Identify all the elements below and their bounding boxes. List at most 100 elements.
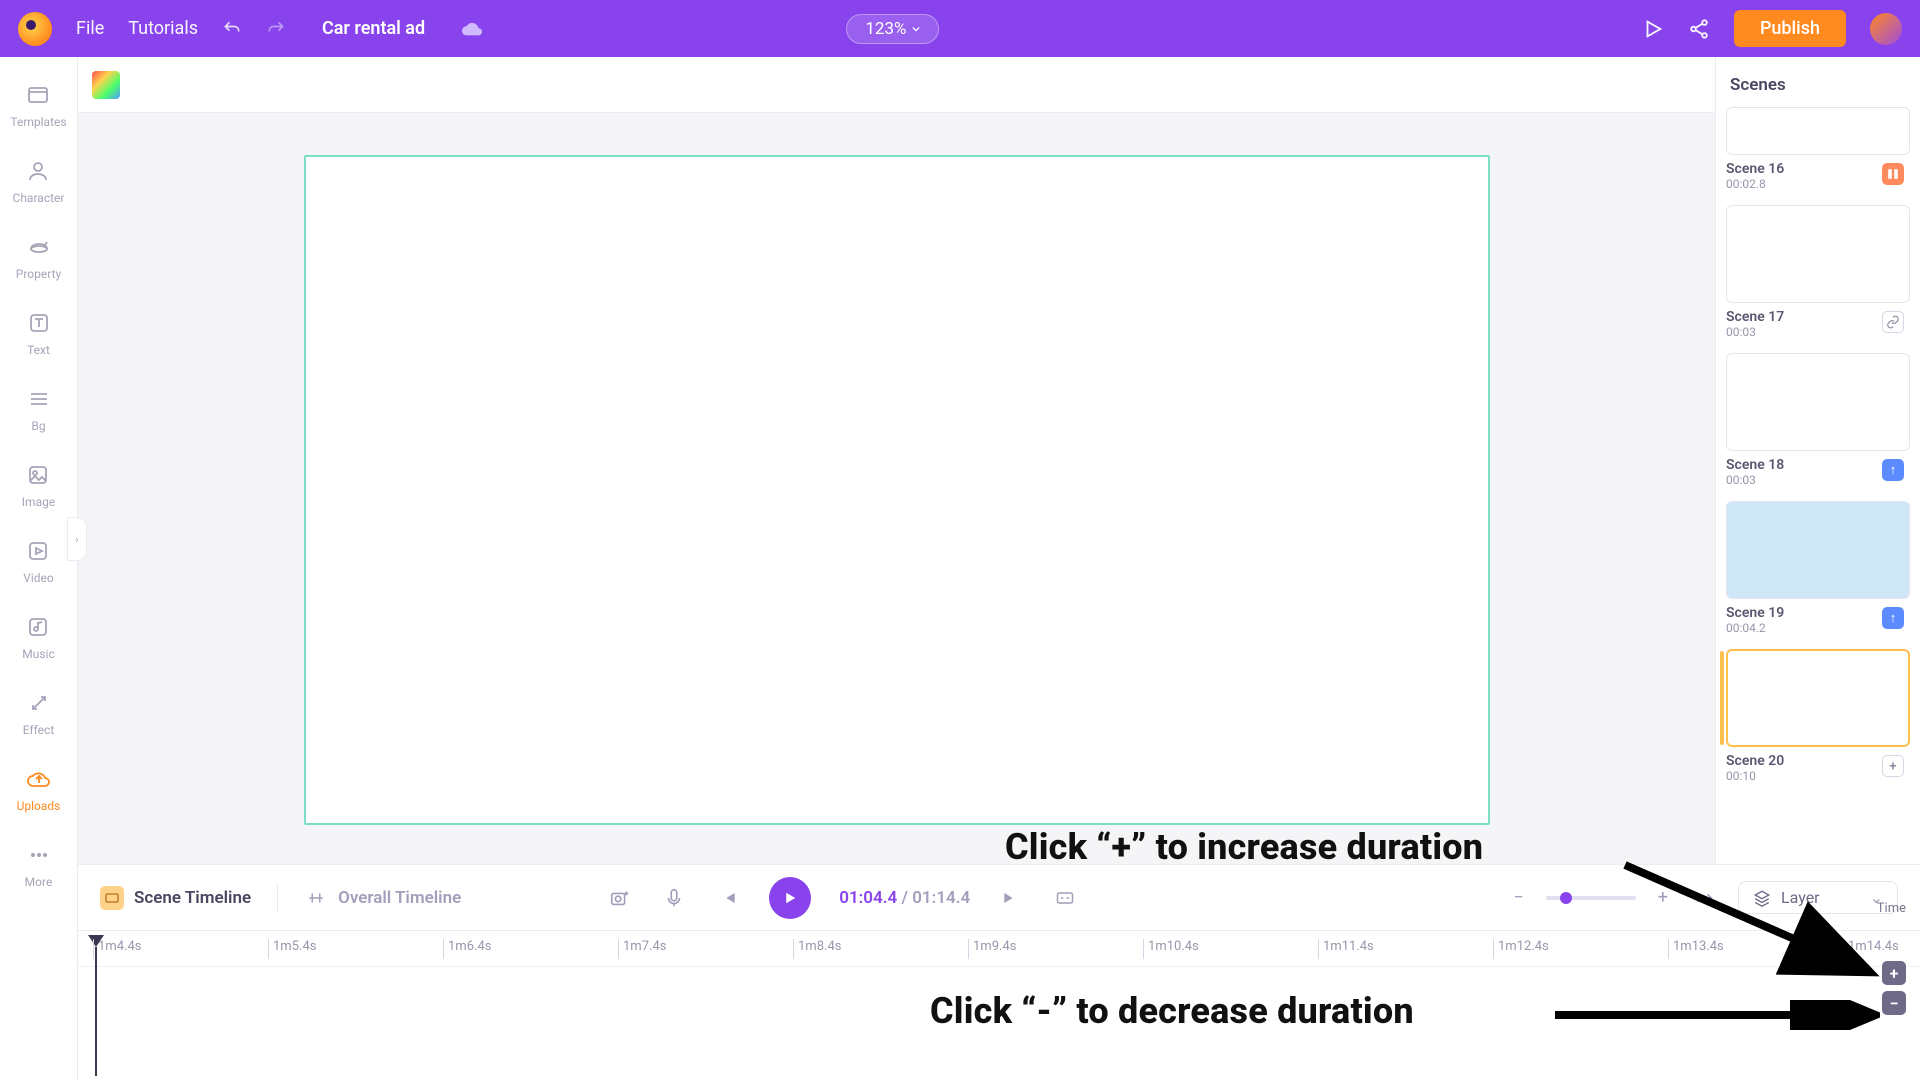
increase-duration-button[interactable]: +	[1882, 961, 1906, 985]
scene-transition-icon[interactable]	[1882, 163, 1904, 185]
scene-duration: 00:02.8	[1726, 177, 1784, 191]
app-topbar: File Tutorials Car rental ad 123% Publis…	[0, 0, 1920, 57]
timeline-header: Scene Timeline Overall Timeline 01:04.4 …	[78, 865, 1920, 931]
sidebar-item-video[interactable]: Video	[23, 537, 54, 585]
scene-title: Scene 19	[1726, 605, 1784, 621]
zoom-in-icon[interactable]: +	[1658, 887, 1668, 908]
scene-card[interactable]: Scene 1700:03	[1726, 205, 1910, 339]
sidebar-label: Text	[27, 343, 50, 357]
publish-button[interactable]: Publish	[1734, 10, 1846, 47]
scene-transition-icon[interactable]: ↑	[1882, 459, 1904, 481]
redo-icon[interactable]	[266, 19, 286, 39]
time-column-label: Time	[1877, 901, 1906, 916]
tab-scene-timeline[interactable]: Scene Timeline	[100, 886, 251, 910]
sidebar-label: Image	[22, 495, 55, 509]
undo-icon[interactable]	[222, 19, 242, 39]
layer-dropdown[interactable]: Layer ⌄	[1738, 881, 1898, 914]
bg-color-picker[interactable]	[92, 71, 120, 99]
add-scene-button[interactable]: +	[1882, 755, 1904, 777]
user-avatar[interactable]	[1870, 13, 1902, 45]
sidebar-label: Templates	[10, 115, 66, 129]
sidebar-expand-toggle[interactable]: ›	[67, 517, 87, 561]
scene-thumb[interactable]	[1726, 205, 1910, 303]
canvas-area	[78, 113, 1715, 864]
text-icon	[25, 309, 53, 337]
ruler-tick: 1m6.4s	[443, 939, 491, 959]
menu-tutorials[interactable]: Tutorials	[128, 18, 198, 39]
more-icon	[25, 841, 53, 869]
sidebar-item-effect[interactable]: Effect	[23, 689, 55, 737]
decrease-duration-button[interactable]: −	[1882, 991, 1906, 1015]
sidebar-item-more[interactable]: More	[25, 841, 53, 889]
share-icon[interactable]	[1688, 18, 1710, 40]
skip-end-icon[interactable]	[998, 885, 1024, 911]
chevron-down-icon	[912, 25, 920, 33]
music-icon	[24, 613, 52, 641]
sidebar-label: Uploads	[17, 799, 61, 813]
ruler-tick: 1m7.4s	[618, 939, 666, 959]
timeline-ruler[interactable]: 1m4.4s 1m5.4s 1m6.4s 1m7.4s 1m8.4s 1m9.4…	[78, 931, 1920, 967]
sidebar-label: Property	[16, 267, 61, 281]
scene-transition-icon[interactable]: ↑	[1882, 607, 1904, 629]
project-title[interactable]: Car rental ad	[322, 18, 425, 39]
sidebar-label: Video	[23, 571, 54, 585]
scene-thumb[interactable]	[1726, 353, 1910, 451]
scene-title: Scene 17	[1726, 309, 1784, 325]
divider	[277, 884, 278, 912]
scene-thumb[interactable]	[1726, 501, 1910, 599]
sidebar-item-text[interactable]: Text	[25, 309, 53, 357]
sidebar-item-uploads[interactable]: Uploads	[17, 765, 61, 813]
ruler-tick: 1m14.4s	[1843, 939, 1899, 959]
left-sidebar: Templates Character Property Text Bg Ima…	[0, 57, 78, 1080]
ruler-tick: 1m13.4s	[1668, 939, 1724, 959]
zoom-out-icon[interactable]: −	[1514, 887, 1524, 908]
skip-back-icon[interactable]	[715, 885, 741, 911]
sidebar-item-music[interactable]: Music	[22, 613, 54, 661]
scene-thumb-selected[interactable]	[1726, 649, 1910, 747]
scene-card[interactable]: Scene 1800:03 ↑	[1726, 353, 1910, 487]
scene-thumb[interactable]	[1726, 107, 1910, 155]
templates-icon	[24, 81, 52, 109]
ruler-tick: 1m12.4s	[1493, 939, 1549, 959]
tab-overall-timeline[interactable]: Overall Timeline	[304, 886, 461, 910]
time-readout: 01:04.4 / 01:14.4	[839, 888, 970, 908]
zoom-dropdown[interactable]: 123%	[846, 14, 939, 44]
sidebar-item-image[interactable]: Image	[22, 461, 55, 509]
play-button[interactable]	[769, 877, 811, 919]
scene-duration: 00:03	[1726, 325, 1784, 339]
timeline-zoom-slider[interactable]	[1546, 896, 1636, 900]
menu-file[interactable]: File	[76, 18, 104, 39]
scene-card[interactable]: Scene 2000:10 +	[1726, 649, 1910, 783]
character-icon	[24, 157, 52, 185]
app-logo[interactable]	[18, 12, 52, 46]
scene-card[interactable]: Scene 1600:02.8	[1726, 107, 1910, 191]
sidebar-item-character[interactable]: Character	[13, 157, 65, 205]
sidebar-label: Music	[22, 647, 54, 661]
tab-label: Scene Timeline	[134, 888, 251, 908]
sidebar-label: More	[25, 875, 53, 889]
cloud-saved-icon	[461, 18, 483, 40]
ruler-tick: 1m10.4s	[1143, 939, 1199, 959]
ruler-tick: 1m11.4s	[1318, 939, 1374, 959]
camera-add-icon[interactable]	[607, 885, 633, 911]
sidebar-item-templates[interactable]: Templates	[10, 81, 66, 129]
scene-card[interactable]: Scene 1900:04.2 ↑	[1726, 501, 1910, 635]
scenes-panel: Scenes Scene 1600:02.8 Scene 1700:03 Sce…	[1715, 57, 1920, 864]
sidebar-item-property[interactable]: Property	[16, 233, 61, 281]
total-time: 01:14.4	[912, 888, 970, 908]
current-time: 01:04.4	[839, 888, 897, 908]
ruler-tick: 1m5.4s	[268, 939, 316, 959]
scene-link-icon[interactable]	[1882, 311, 1904, 333]
video-icon	[24, 537, 52, 565]
property-icon	[25, 233, 53, 261]
scene-duration: 00:03	[1726, 473, 1784, 487]
fit-width-icon[interactable]	[1690, 885, 1716, 911]
scenes-list[interactable]: Scene 1600:02.8 Scene 1700:03 Scene 1800…	[1716, 107, 1920, 864]
captions-icon[interactable]	[1052, 885, 1078, 911]
mic-icon[interactable]	[661, 885, 687, 911]
sidebar-item-bg[interactable]: Bg	[25, 385, 53, 433]
preview-play-icon[interactable]	[1642, 18, 1664, 40]
timeline-body[interactable]: + −	[78, 967, 1920, 1080]
canvas-stage[interactable]	[304, 155, 1490, 825]
scene-duration: 00:04.2	[1726, 621, 1784, 635]
